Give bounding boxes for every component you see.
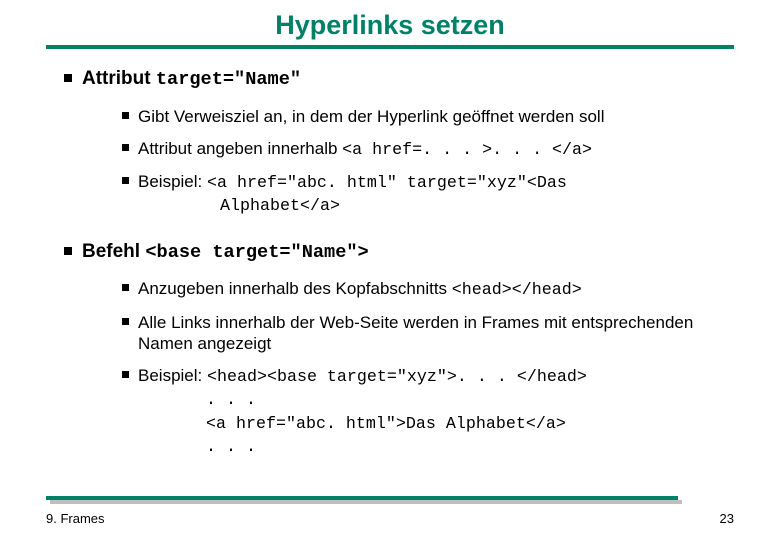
bullet-icon: [122, 318, 129, 325]
content-area: Attribut target="Name" Gibt Verweisziel …: [46, 67, 734, 458]
b1s3-lead: Beispiel:: [138, 172, 207, 191]
bullet-1: Attribut target="Name": [64, 67, 734, 92]
bullet-icon: [64, 74, 72, 82]
b2-lead: Befehl: [82, 241, 145, 262]
slide-title: Hyperlinks setzen: [46, 0, 734, 45]
bullet-icon: [122, 371, 129, 378]
bullet-icon: [122, 112, 129, 119]
bottom-divider: [46, 496, 678, 500]
bullet-icon: [122, 177, 129, 184]
b2s3-code3: <a href="abc. html">Das Alphabet</a>: [206, 415, 566, 434]
bullet-1-2: Attribut angeben innerhalb <a href=. . .…: [122, 138, 734, 161]
bullet-icon: [122, 284, 129, 291]
bullet-icon: [122, 144, 129, 151]
b2s3-code4: . . .: [206, 438, 256, 457]
b2s3-code2: . . .: [206, 391, 256, 410]
b2s2-text: Alle Links innerhalb der Web-Seite werde…: [138, 312, 734, 356]
bullet-2-3: Beispiel: <head><base target="xyz">. . .…: [122, 365, 734, 388]
b2s3-code1: <head><base target="xyz">. . . </head>: [207, 368, 587, 387]
bullet-icon: [64, 247, 72, 255]
bullet-2-1: Anzugeben innerhalb des Kopfabschnitts <…: [122, 278, 734, 301]
b1s3-code1: <a href="abc. html" target="xyz"<Das: [207, 174, 567, 193]
bottom-divider-shadow: [50, 500, 682, 504]
b2s1-lead: Anzugeben innerhalb des Kopfabschnitts: [138, 279, 452, 298]
bullet-2: Befehl <base target="Name">: [64, 240, 734, 265]
b1s2-code: <a href=. . . >. . . </a>: [342, 141, 592, 160]
b2s3-lead: Beispiel:: [138, 366, 207, 385]
b1s1-text: Gibt Verweisziel an, in dem der Hyperlin…: [138, 106, 734, 128]
bullet-1-3: Beispiel: <a href="abc. html" target="xy…: [122, 171, 734, 218]
b1s3-code2: Alphabet</a>: [138, 197, 340, 216]
bullet-1-1: Gibt Verweisziel an, in dem der Hyperlin…: [122, 106, 734, 128]
b2-code: <base target="Name">: [145, 241, 368, 263]
bullet-2-2: Alle Links innerhalb der Web-Seite werde…: [122, 312, 734, 356]
b1s2-lead: Attribut angeben innerhalb: [138, 139, 342, 158]
b1-code: target="Name": [156, 68, 301, 90]
b1-lead: Attribut: [82, 68, 156, 89]
b2s1-code: <head></head>: [452, 281, 582, 300]
title-divider: [46, 45, 734, 49]
footer-chapter: 9. Frames: [46, 511, 105, 526]
page-number: 23: [720, 511, 734, 526]
